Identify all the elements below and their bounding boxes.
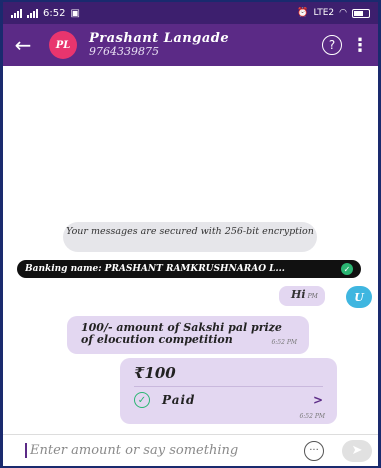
payment-status: Paid: [162, 393, 196, 407]
signal-icon-2: [27, 8, 38, 18]
payment-note-bubble[interactable]: 100/- amount of Sakshi pal prize of eloc…: [67, 316, 309, 354]
signal-icon: [11, 8, 22, 18]
payment-amount: ₹100: [134, 364, 176, 382]
banking-name-text: Banking name: PRASHANT RAMKRUSHNARAO L..…: [25, 264, 285, 274]
payment-divider: [134, 386, 323, 387]
phone-screen: 6:52 ▣ ⏰ LTE2 ◠ ← PL Prashant Langade 97…: [3, 2, 378, 466]
user-avatar: U: [346, 286, 372, 308]
banking-name-banner: Banking name: PRASHANT RAMKRUSHNARAO L..…: [17, 260, 361, 278]
payment-time: 6:52 PM: [299, 413, 325, 420]
status-time: 6:52: [43, 7, 66, 19]
alarm-icon: ⏰: [297, 8, 309, 18]
contact-avatar[interactable]: PL: [49, 31, 77, 59]
send-button[interactable]: ➤: [342, 439, 372, 462]
message-input[interactable]: Enter amount or say something: [25, 443, 304, 458]
status-bar: 6:52 ▣ ⏰ LTE2 ◠: [3, 2, 378, 24]
battery-icon: [352, 8, 370, 18]
contact-name: Prashant Langade: [89, 31, 230, 47]
contact-phone: 9764339875: [89, 45, 159, 59]
wifi-icon: ◠: [339, 8, 347, 18]
check-circle-icon: ✓: [134, 392, 150, 408]
message-input-bar: Enter amount or say something ··· ➤: [3, 434, 378, 466]
help-icon[interactable]: ?: [322, 35, 342, 55]
sent-message-text: Hi: [291, 288, 306, 301]
encryption-notice: Your messages are secured with 256-bit e…: [63, 222, 317, 252]
more-options-icon[interactable]: ···: [304, 440, 324, 461]
chat-header: ← PL Prashant Langade 9764339875 ? ⋮: [3, 24, 378, 66]
payment-note-text: 100/- amount of Sakshi pal prize of eloc…: [81, 321, 282, 346]
chevron-right-icon[interactable]: >: [313, 393, 323, 407]
more-menu-icon[interactable]: ⋮: [342, 35, 378, 56]
payment-note-time: 6:52 PM: [271, 339, 297, 346]
verified-shield-icon: ✓: [341, 263, 353, 275]
sent-message-time: PM: [307, 293, 318, 300]
payment-card[interactable]: ₹100 ✓ Paid > 6:52 PM: [120, 358, 337, 424]
contact-info[interactable]: Prashant Langade 9764339875: [89, 32, 229, 57]
sent-message-bubble[interactable]: Hi PM: [279, 286, 325, 306]
back-arrow-icon[interactable]: ←: [3, 33, 43, 57]
network-label: LTE2: [313, 8, 335, 18]
gallery-icon: ▣: [70, 7, 80, 19]
chat-area[interactable]: Your messages are secured with 256-bit e…: [3, 66, 378, 434]
